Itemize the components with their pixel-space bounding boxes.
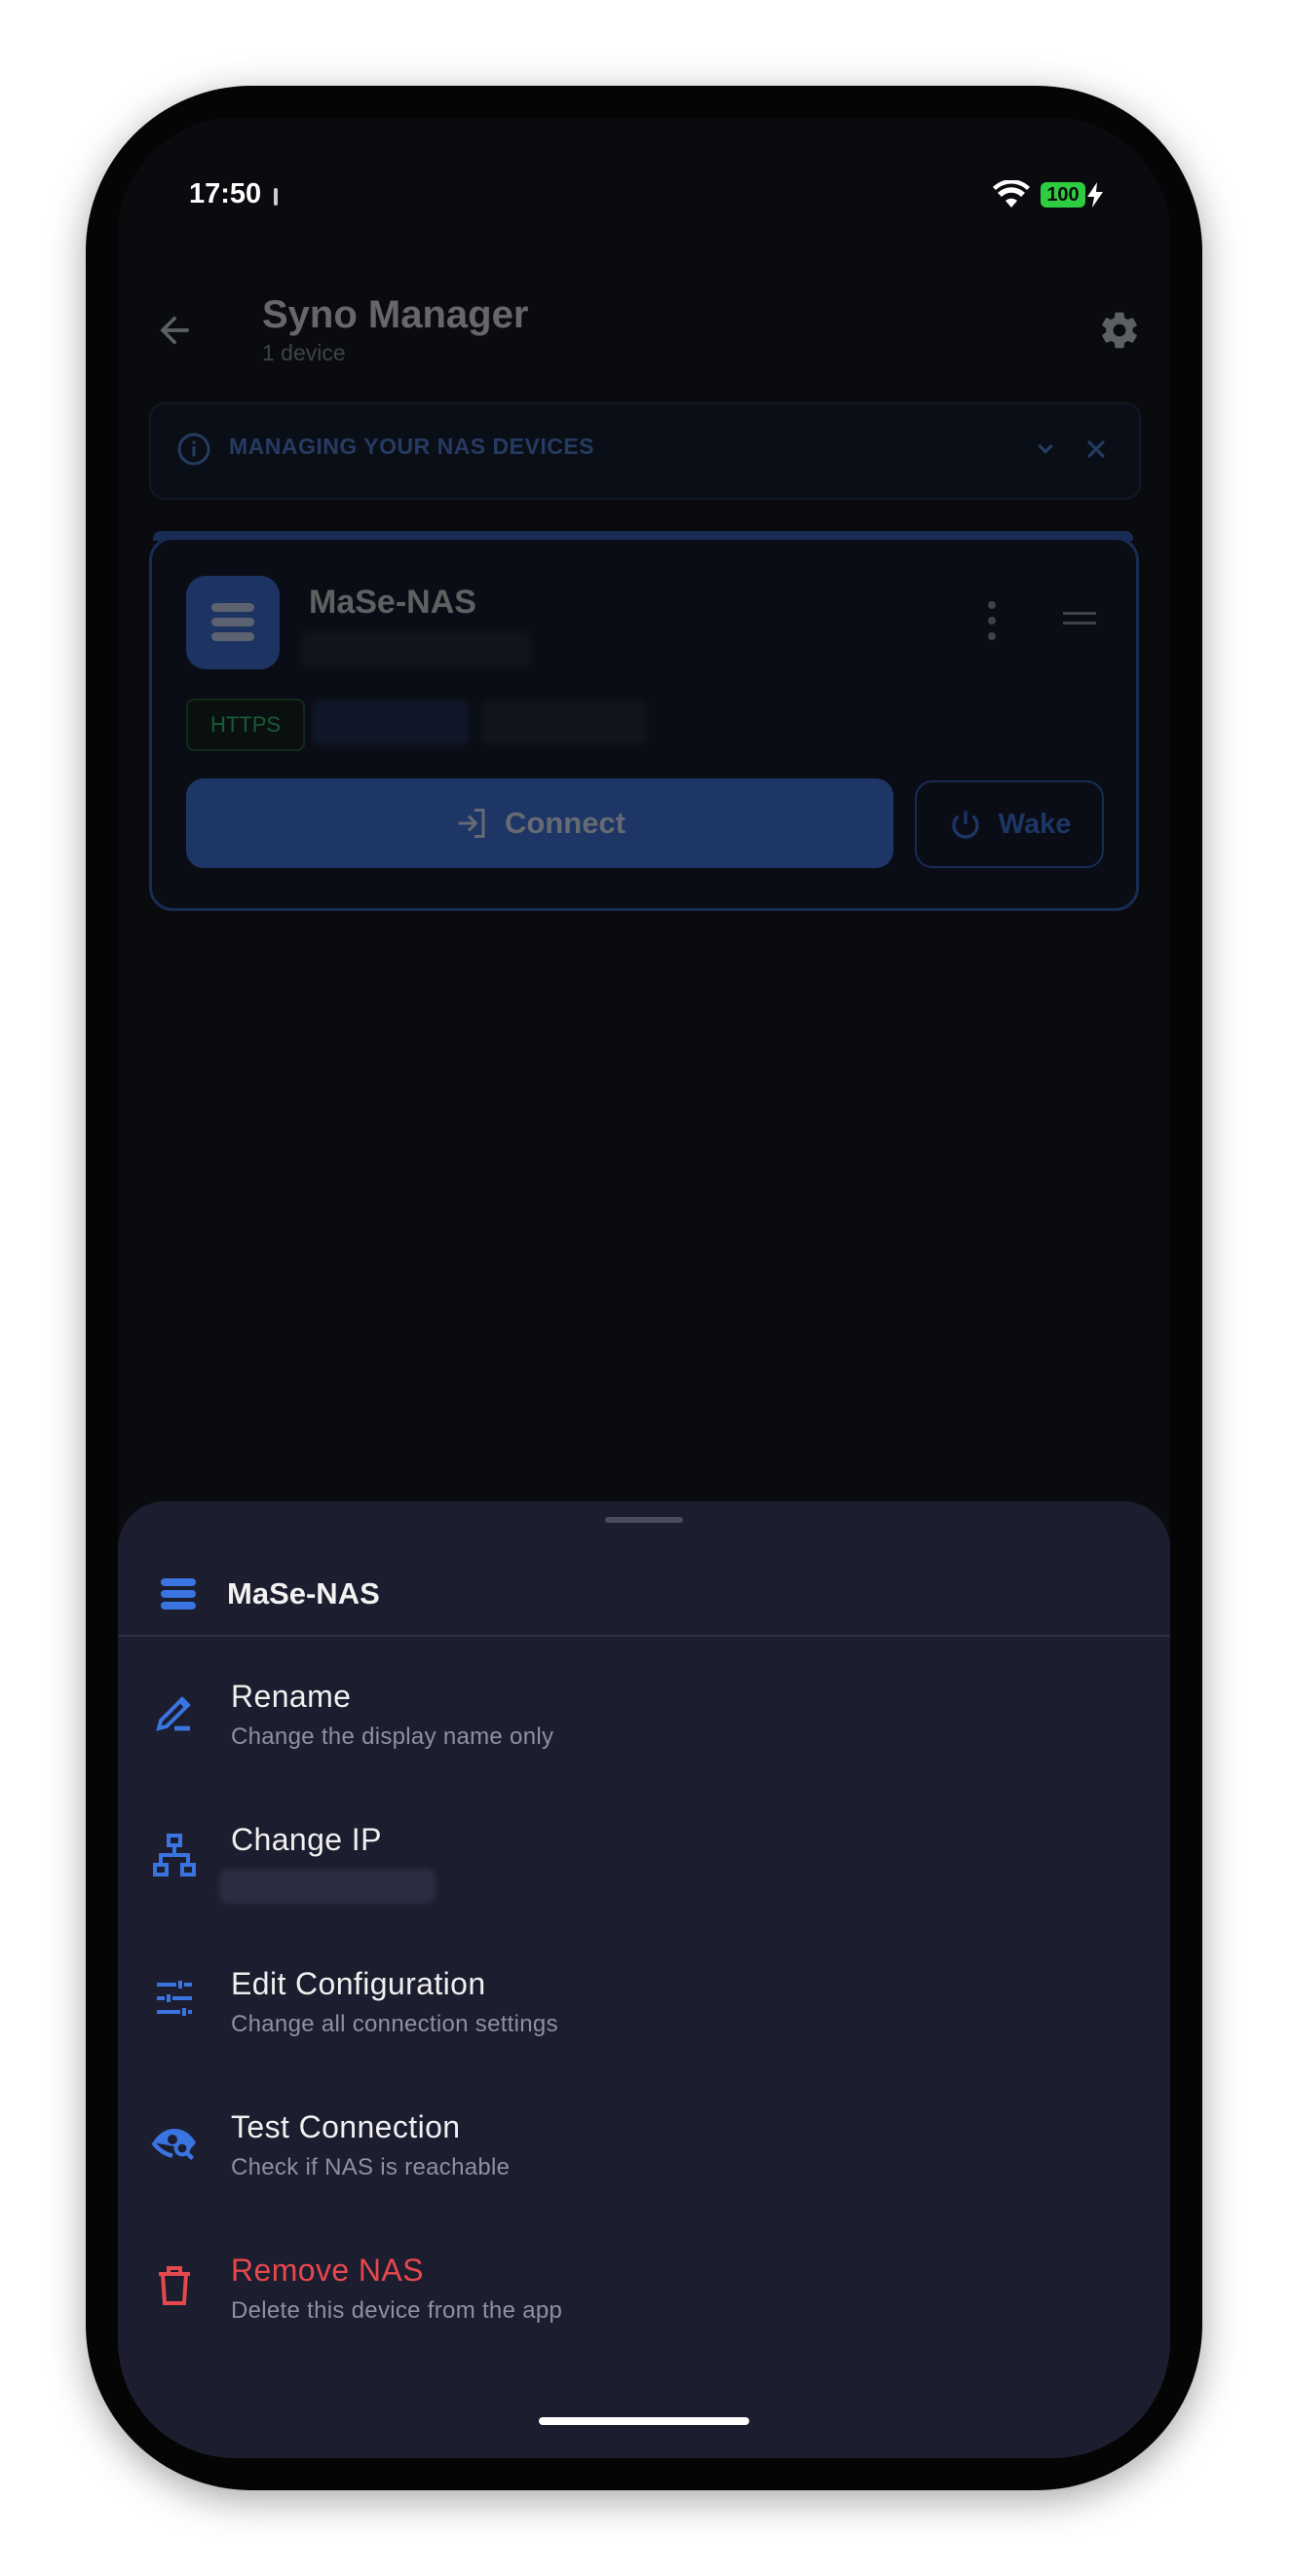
network-icon xyxy=(153,1834,196,1876)
close-icon[interactable] xyxy=(1081,434,1112,465)
redacted-chip xyxy=(482,701,646,745)
server-icon xyxy=(186,576,280,669)
redacted-ip xyxy=(219,1869,436,1904)
sliders-icon xyxy=(157,1981,192,2016)
login-icon xyxy=(458,809,485,838)
menu-label: Edit Configuration xyxy=(231,1966,486,2001)
info-banner: MANAGING YOUR NAS DEVICES xyxy=(149,402,1141,500)
menu-label: Test Connection xyxy=(231,2109,461,2144)
charging-icon xyxy=(1087,182,1103,208)
device-name: MaSe-NAS xyxy=(309,584,476,621)
menu-sublabel: Check if NAS is reachable xyxy=(231,2154,511,2180)
status-time: 17:50 xyxy=(189,178,262,209)
menu-sublabel: Change all connection settings xyxy=(231,2011,558,2037)
redacted-chip xyxy=(313,701,469,745)
menu-item-change-ip[interactable]: Change IP xyxy=(118,1787,1170,1923)
status-indicator-icon xyxy=(274,188,278,206)
edit-icon xyxy=(156,1696,191,1731)
chevron-down-icon[interactable] xyxy=(1030,434,1061,465)
eye-search-icon xyxy=(151,2129,196,2161)
connect-button[interactable]: Connect xyxy=(186,778,893,868)
power-icon xyxy=(952,811,979,839)
menu-item-edit-configuration[interactable]: Edit Configuration Change all connection… xyxy=(118,1931,1170,2067)
page-title: Syno Manager xyxy=(262,293,529,336)
server-icon xyxy=(161,1578,196,1610)
sheet-drag-handle[interactable] xyxy=(605,1517,683,1523)
menu-sublabel: Delete this device from the app xyxy=(231,2297,563,2324)
back-arrow-icon[interactable] xyxy=(153,309,196,352)
divider xyxy=(118,1635,1170,1637)
wifi-icon xyxy=(993,180,1030,208)
home-indicator[interactable] xyxy=(539,2417,749,2425)
wake-label: Wake xyxy=(998,808,1072,840)
menu-item-rename[interactable]: Rename Change the display name only xyxy=(118,1644,1170,1780)
sheet-title: MaSe-NAS xyxy=(227,1576,380,1610)
menu-item-test-connection[interactable]: Test Connection Check if NAS is reachabl… xyxy=(118,2074,1170,2211)
drag-handle-icon[interactable] xyxy=(1061,607,1098,630)
battery-badge: 100 xyxy=(1041,182,1085,208)
menu-sublabel: Change the display name only xyxy=(231,1724,554,1750)
redacted-address xyxy=(301,632,531,667)
menu-label: Change IP xyxy=(231,1822,382,1857)
https-chip: HTTPS xyxy=(186,699,305,751)
menu-label: Remove NAS xyxy=(231,2253,424,2288)
banner-text: MANAGING YOUR NAS DEVICES xyxy=(229,434,595,459)
wake-button[interactable]: Wake xyxy=(915,780,1104,868)
device-count: 1 device xyxy=(262,340,346,365)
more-vert-icon[interactable] xyxy=(985,599,999,642)
connect-label: Connect xyxy=(505,806,626,840)
menu-item-remove-nas[interactable]: Remove NAS Delete this device from the a… xyxy=(118,2217,1170,2354)
info-icon xyxy=(177,433,210,466)
settings-gear-icon[interactable] xyxy=(1098,309,1141,352)
menu-label: Rename xyxy=(231,1679,352,1714)
trash-icon xyxy=(159,2266,190,2305)
app-screen: 17:50 100 Syno Manager 1 device MANAGING… xyxy=(118,118,1170,2458)
